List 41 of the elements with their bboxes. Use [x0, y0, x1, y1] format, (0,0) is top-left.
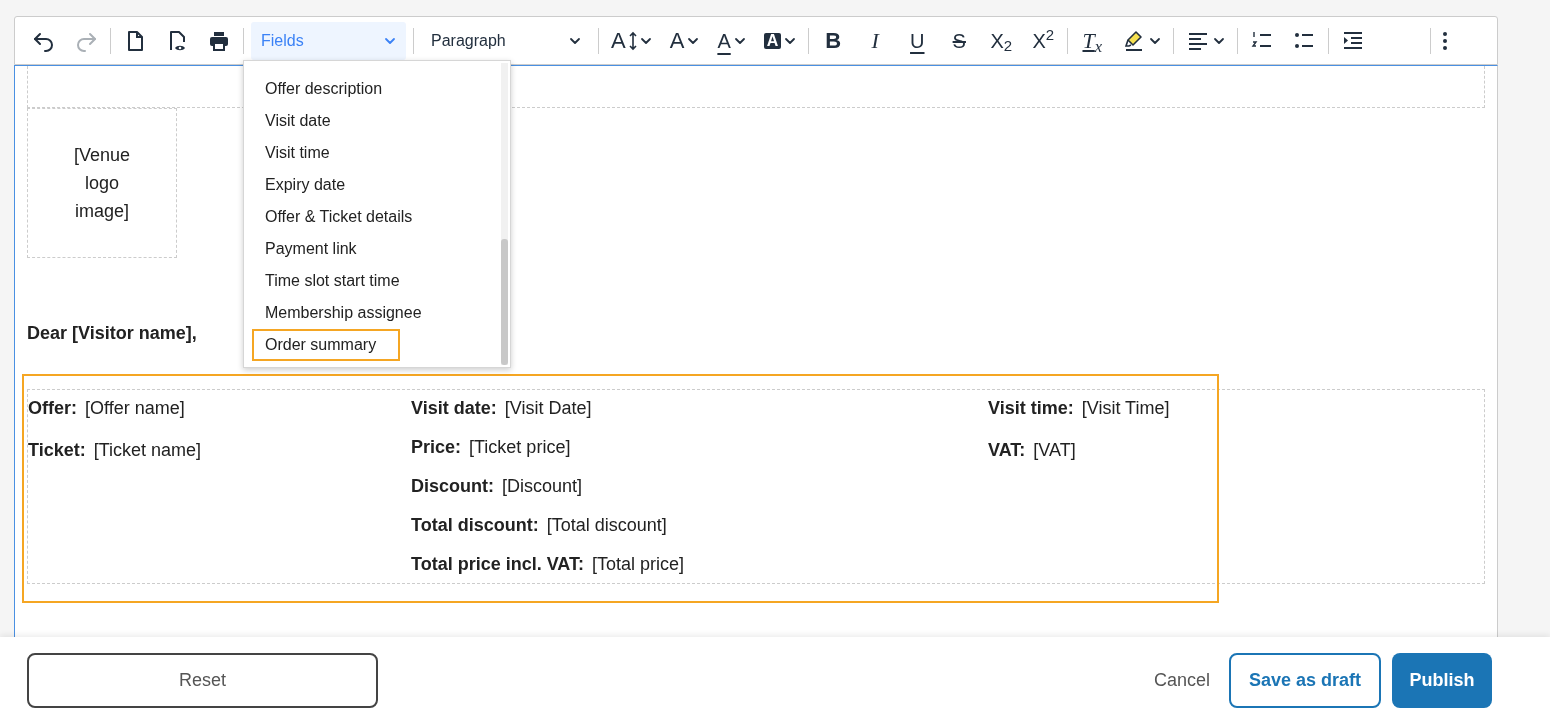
- publish-button[interactable]: Publish: [1392, 653, 1492, 708]
- summary-field: Discount: [Discount]: [411, 473, 988, 497]
- more-icon: [1443, 31, 1448, 50]
- superscript-button[interactable]: X$^{2}$: [1026, 23, 1061, 58]
- menu-item[interactable]: Membership assignee: [254, 297, 433, 329]
- menu-item[interactable]: Expiry date: [254, 169, 357, 201]
- text-color-button[interactable]: A: [712, 23, 751, 58]
- menu-item[interactable]: Visit time: [254, 137, 341, 169]
- font-format-button[interactable]: A: [664, 23, 705, 58]
- reset-button[interactable]: Reset: [27, 653, 378, 708]
- clear-formatting-button[interactable]: T$_{x}$: [1075, 23, 1110, 58]
- bold-button[interactable]: B: [816, 23, 851, 58]
- summary-field: Total discount: [Total discount]: [411, 512, 988, 536]
- summary-field: Total price incl. VAT: [Total price]: [411, 551, 988, 575]
- subscript-button[interactable]: X$_{2}$: [984, 23, 1019, 58]
- menu-item[interactable]: Offer description: [254, 73, 394, 105]
- summary-field: Visit date: [Visit Date]: [411, 395, 988, 419]
- scrollbar-thumb[interactable]: [501, 239, 508, 365]
- logo-placeholder-text: [Venue logo image]: [72, 144, 132, 223]
- summary-field: Price: [Ticket price]: [411, 434, 988, 458]
- background-color-button[interactable]: A: [758, 23, 802, 58]
- cancel-link[interactable]: Cancel: [1152, 653, 1211, 708]
- menu-item[interactable]: Order summary: [252, 329, 400, 361]
- summary-field: VAT: [VAT]: [988, 437, 1484, 461]
- font-size-button[interactable]: A: [606, 23, 657, 58]
- paragraph-dropdown[interactable]: Paragraph: [421, 21, 591, 60]
- summary-field: Visit time: [Visit Time]: [988, 395, 1484, 419]
- italic-button[interactable]: I: [858, 23, 893, 58]
- save-draft-button[interactable]: Save as draft: [1229, 653, 1381, 708]
- menu-item[interactable]: Payment link: [254, 233, 368, 265]
- summary-field: Offer: [Offer name]: [28, 395, 411, 419]
- arrows-icon: [628, 30, 637, 51]
- caret-icon: [569, 35, 581, 46]
- caret-icon: [384, 35, 396, 46]
- menu-item[interactable]: Offer & Ticket details: [254, 201, 424, 233]
- menu-item[interactable]: Visit date: [254, 105, 342, 137]
- menu-item[interactable]: Time slot start time: [254, 265, 411, 297]
- underline-button[interactable]: U: [900, 23, 935, 58]
- summary-field: Ticket: [Ticket name]: [28, 437, 411, 461]
- strikethrough-button[interactable]: S: [942, 23, 977, 58]
- greeting-text: Dear [Visitor name],: [27, 322, 197, 344]
